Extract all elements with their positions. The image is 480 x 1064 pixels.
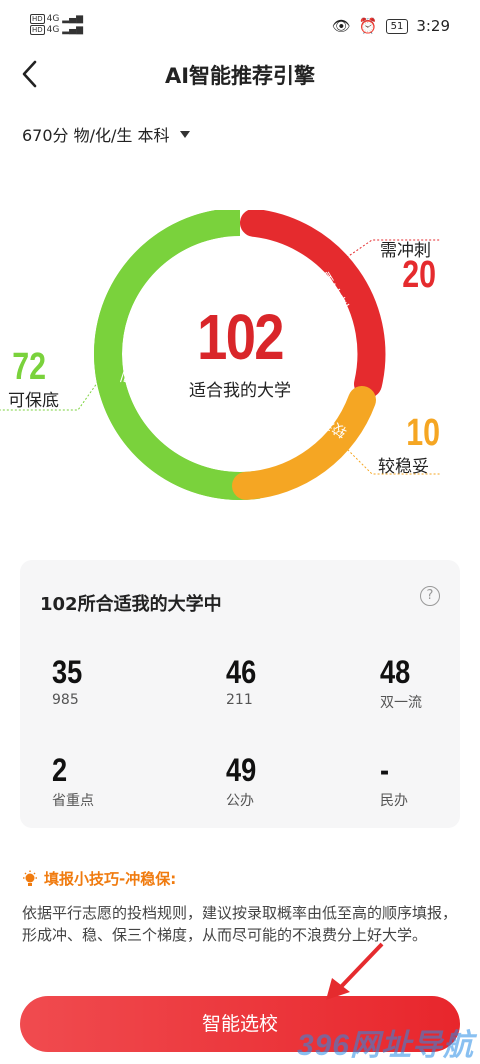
tip-body: 依据平行志愿的投档规则，建议按录取概率由低至高的顺序填报，形成冲、稳、保三个梯度… <box>22 904 458 944</box>
page-title: AI智能推荐引擎 <box>164 64 316 88</box>
stat-985: 35 985 <box>52 654 88 708</box>
stat-label: 双一流 <box>380 695 422 711</box>
app-header: AI智能推荐引擎 <box>0 52 480 96</box>
stat-provincial-key: 2 省重点 <box>52 752 94 810</box>
stat-211: 46 211 <box>226 654 262 708</box>
reach-count: 20 <box>402 254 437 296</box>
watermark: 396网址导航 <box>296 1029 474 1062</box>
status-bar: HD 4G ▂▄▆ HD 4G ▂▄▆ 👁 ⏰ 51 3:29 <box>0 0 480 52</box>
tip-header: 填报小技巧-冲稳保: <box>22 868 176 889</box>
steady-label: 较稳妥 <box>378 457 429 477</box>
stat-public: 49 公办 <box>226 752 262 810</box>
stat-label: 民办 <box>380 793 408 809</box>
safe-label: 可保底 <box>8 391 59 411</box>
status-right: 👁 ⏰ 51 3:29 <box>332 17 450 35</box>
stat-value: 2 <box>52 752 68 788</box>
alarm-icon: ⏰ <box>358 17 378 35</box>
stat-value: 48 <box>380 654 411 690</box>
question-circle-icon[interactable]: ? <box>420 586 440 606</box>
total-count: 102 <box>197 301 284 373</box>
tip-title: 填报小技巧-冲稳保: <box>44 870 177 888</box>
clock: 3:29 <box>416 17 450 35</box>
stat-private: - 民办 <box>380 752 408 810</box>
stat-label: 985 <box>52 692 79 708</box>
total-count-label: 适合我的大学 <box>189 381 291 401</box>
network-indicators: HD 4G ▂▄▆ HD 4G ▂▄▆ <box>30 14 83 35</box>
triangle-down-icon <box>179 130 190 138</box>
stats-card: 102所合适我的大学中 ? 35 985 46 211 48 双一流 2 省重点… <box>20 560 460 828</box>
stat-label: 公办 <box>226 793 254 809</box>
battery-indicator: 51 <box>385 18 409 34</box>
donut-segment-steady <box>232 386 376 500</box>
score-selector[interactable]: 670分 物/化/生 本科 <box>22 122 190 146</box>
score-selector-label: 670分 物/化/生 本科 <box>22 126 170 145</box>
stat-value: 46 <box>226 654 257 690</box>
stat-value: - <box>380 752 390 788</box>
stat-label: 211 <box>226 692 253 708</box>
steady-count: 10 <box>406 412 441 454</box>
lightbulb-icon <box>23 870 37 886</box>
eye-icon: 👁 <box>331 17 351 35</box>
safe-count: 72 <box>12 346 47 388</box>
stat-value: 49 <box>226 752 257 788</box>
stats-card-title: 102所合适我的大学中 <box>40 594 222 615</box>
stat-double-first-class: 48 双一流 <box>380 654 422 712</box>
stat-value: 35 <box>52 654 83 690</box>
stat-label: 省重点 <box>52 793 94 809</box>
